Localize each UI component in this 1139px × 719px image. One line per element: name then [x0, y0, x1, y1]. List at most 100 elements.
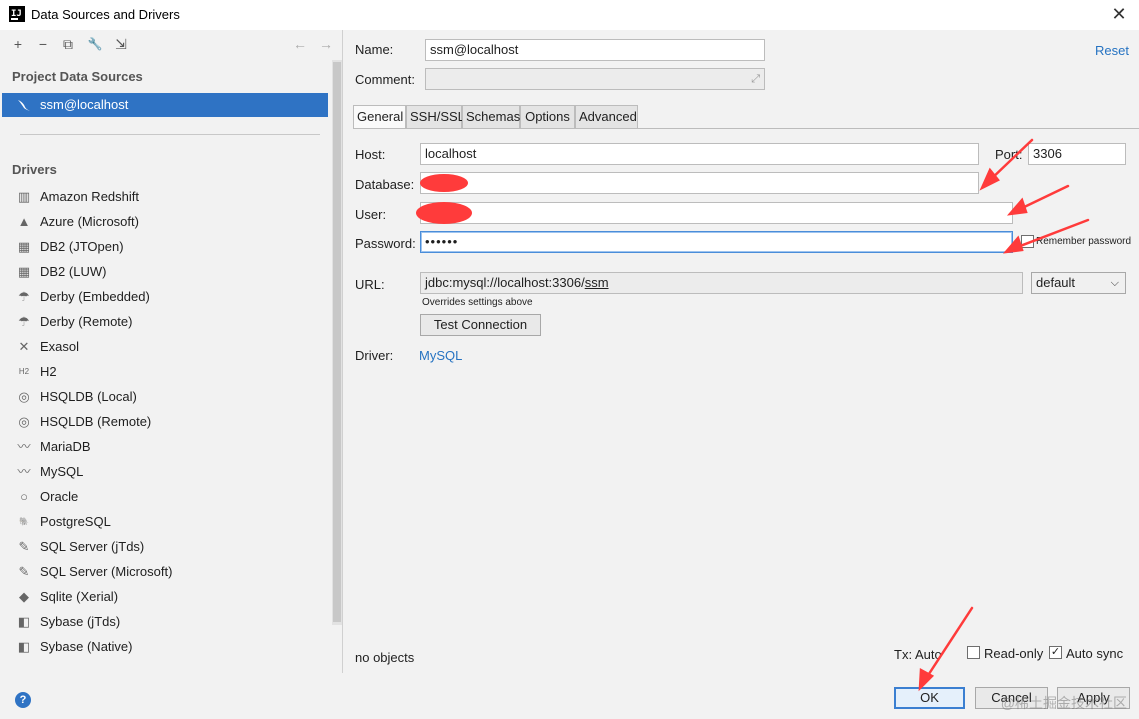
driver-label: SQL Server (jTds)	[40, 539, 145, 554]
driver-icon: ○	[20, 489, 28, 504]
project-data-sources-label: Project Data Sources	[12, 69, 143, 84]
tab-advanced[interactable]: Advanced	[575, 105, 638, 128]
driver-icon: ▦	[17, 239, 31, 254]
title-bar: IJ Data Sources and Drivers ✕	[0, 0, 1139, 30]
drivers-list: ▥ Amazon Redshift ▲ Azure (Microsoft) ▦ DB2 (…	[0, 185, 330, 660]
url-mode-select[interactable]: default ⌵	[1031, 272, 1126, 294]
tab-underline	[353, 128, 1139, 129]
driver-item[interactable]: ◆ Sqlite (Xerial)	[0, 585, 330, 610]
add-icon[interactable]: +	[9, 35, 27, 53]
drivers-label: Drivers	[12, 162, 57, 177]
sidebar-toolbar: + − ⧉ 🔧 ⇲ ← →	[0, 30, 343, 60]
driver-icon: ✎	[18, 539, 30, 554]
password-input[interactable]: ••••••	[420, 231, 1013, 253]
url-input[interactable]: jdbc:mysql://localhost:3306/ssm	[420, 272, 1023, 294]
tab-general[interactable]: General	[353, 105, 406, 129]
driver-label: HSQLDB (Remote)	[40, 414, 152, 429]
port-label: Port:	[995, 147, 1023, 162]
database-input[interactable]	[420, 172, 979, 194]
driver-link[interactable]: MySQL	[419, 348, 462, 363]
close-window-button[interactable]: ✕	[1107, 3, 1131, 25]
driver-item[interactable]: 〰 MariaDB	[0, 435, 330, 460]
driver-item[interactable]: H2 H2	[0, 360, 330, 385]
sidebar-scrollbar[interactable]	[332, 60, 342, 625]
tab-schemas[interactable]: Schemas	[462, 105, 520, 128]
driver-label: H2	[40, 364, 57, 379]
expand-icon[interactable]: ⤢	[751, 71, 760, 87]
database-label: Database:	[355, 177, 415, 192]
driver-item[interactable]: ▥ Amazon Redshift	[0, 185, 330, 210]
tab-ssh-ssl[interactable]: SSH/SSL	[406, 105, 465, 128]
driver-item[interactable]: ▦ DB2 (JTOpen)	[0, 235, 330, 260]
forward-arrow-icon[interactable]: →	[317, 35, 335, 53]
driver-label: HSQLDB (Local)	[40, 389, 137, 404]
remember-password-checkbox[interactable]	[1021, 235, 1034, 248]
url-database: ssm	[584, 275, 609, 290]
tab-options[interactable]: Options	[520, 105, 575, 128]
driver-item[interactable]: ○ Oracle	[0, 485, 330, 510]
driver-label: DB2 (LUW)	[40, 264, 107, 279]
back-arrow-icon[interactable]: ←	[291, 35, 309, 53]
tx-mode-label[interactable]: Tx: Auto	[894, 647, 942, 662]
status-text: no objects	[355, 650, 415, 665]
driver-item[interactable]: ☂ Derby (Remote)	[0, 310, 330, 335]
driver-item[interactable]: 🐘 PostgreSQL	[0, 510, 330, 535]
comment-input[interactable]: ⤢	[425, 68, 765, 90]
driver-icon: ◆	[19, 589, 29, 604]
driver-icon: ✎	[18, 564, 30, 579]
intellij-app-icon: IJ	[9, 6, 25, 22]
footer-bar: ? OK Cancel Apply @稀土掘金技术社区	[0, 673, 1139, 719]
driver-icon: 〰	[17, 464, 31, 479]
host-label: Host:	[355, 147, 386, 162]
driver-label: Sybase (jTds)	[40, 614, 121, 629]
driver-label: Exasol	[40, 339, 80, 354]
driver-label: SQL Server (Microsoft)	[40, 564, 173, 579]
driver-label: Sybase (Native)	[40, 639, 133, 654]
data-source-ssm-localhost[interactable]: ssm@localhost	[2, 93, 328, 117]
driver-item[interactable]: ▦ DB2 (LUW)	[0, 260, 330, 285]
driver-item[interactable]: ✎ SQL Server (Microsoft)	[0, 560, 330, 585]
left-panel: + − ⧉ 🔧 ⇲ ← → Project Data Sources ssm@l…	[0, 30, 343, 673]
data-source-label: ssm@localhost	[40, 97, 129, 112]
driver-item[interactable]: ◧ Sybase (jTds)	[0, 610, 330, 635]
driver-label: Derby (Embedded)	[40, 289, 150, 304]
driver-item[interactable]: ✕ Exasol	[0, 335, 330, 360]
driver-icon: ◧	[17, 614, 31, 629]
right-panel: Name: ssm@localhost Reset Comment: ⤢ Gen…	[344, 30, 1139, 673]
wrench-icon[interactable]: 🔧	[86, 35, 104, 53]
url-hint: Overrides settings above	[422, 297, 533, 308]
redaction-mark-user	[416, 202, 472, 224]
driver-item[interactable]: ◧ Sybase (Native)	[0, 635, 330, 660]
remove-icon[interactable]: −	[34, 35, 52, 53]
reset-link[interactable]: Reset	[1095, 43, 1129, 58]
user-input[interactable]	[420, 202, 1013, 224]
comment-label: Comment:	[355, 72, 415, 87]
scrollbar-thumb[interactable]	[333, 62, 341, 622]
driver-icon: 〰	[17, 439, 31, 454]
driver-item[interactable]: ◎ HSQLDB (Local)	[0, 385, 330, 410]
import-icon[interactable]: ⇲	[112, 35, 130, 53]
read-only-checkbox[interactable]	[967, 646, 980, 659]
name-input[interactable]: ssm@localhost	[425, 39, 765, 61]
port-input[interactable]: 3306	[1028, 143, 1126, 165]
driver-item[interactable]: 〰 MySQL	[0, 460, 330, 485]
driver-icon: ◎	[18, 414, 30, 429]
driver-icon: H2	[18, 367, 30, 376]
driver-label: DB2 (JTOpen)	[40, 239, 124, 254]
test-connection-button[interactable]: Test Connection	[420, 314, 541, 336]
driver-item[interactable]: ✎ SQL Server (jTds)	[0, 535, 330, 560]
name-label: Name:	[355, 42, 394, 57]
duplicate-icon[interactable]: ⧉	[59, 35, 77, 53]
driver-item[interactable]: ◎ HSQLDB (Remote)	[0, 410, 330, 435]
auto-sync-checkbox[interactable]: ✓	[1049, 646, 1062, 659]
host-input[interactable]: localhost	[420, 143, 979, 165]
driver-label: Amazon Redshift	[40, 189, 139, 204]
url-prefix: jdbc:mysql://localhost:3306/	[425, 275, 585, 290]
driver-item[interactable]: ▲ Azure (Microsoft)	[0, 210, 330, 235]
help-icon[interactable]: ?	[15, 692, 31, 708]
driver-icon: ✕	[18, 339, 30, 354]
ok-button[interactable]: OK	[894, 687, 965, 709]
driver-item[interactable]: ☂ Derby (Embedded)	[0, 285, 330, 310]
read-only-label: Read-only	[984, 646, 1044, 661]
checkmark-icon: ✓	[1050, 646, 1061, 658]
